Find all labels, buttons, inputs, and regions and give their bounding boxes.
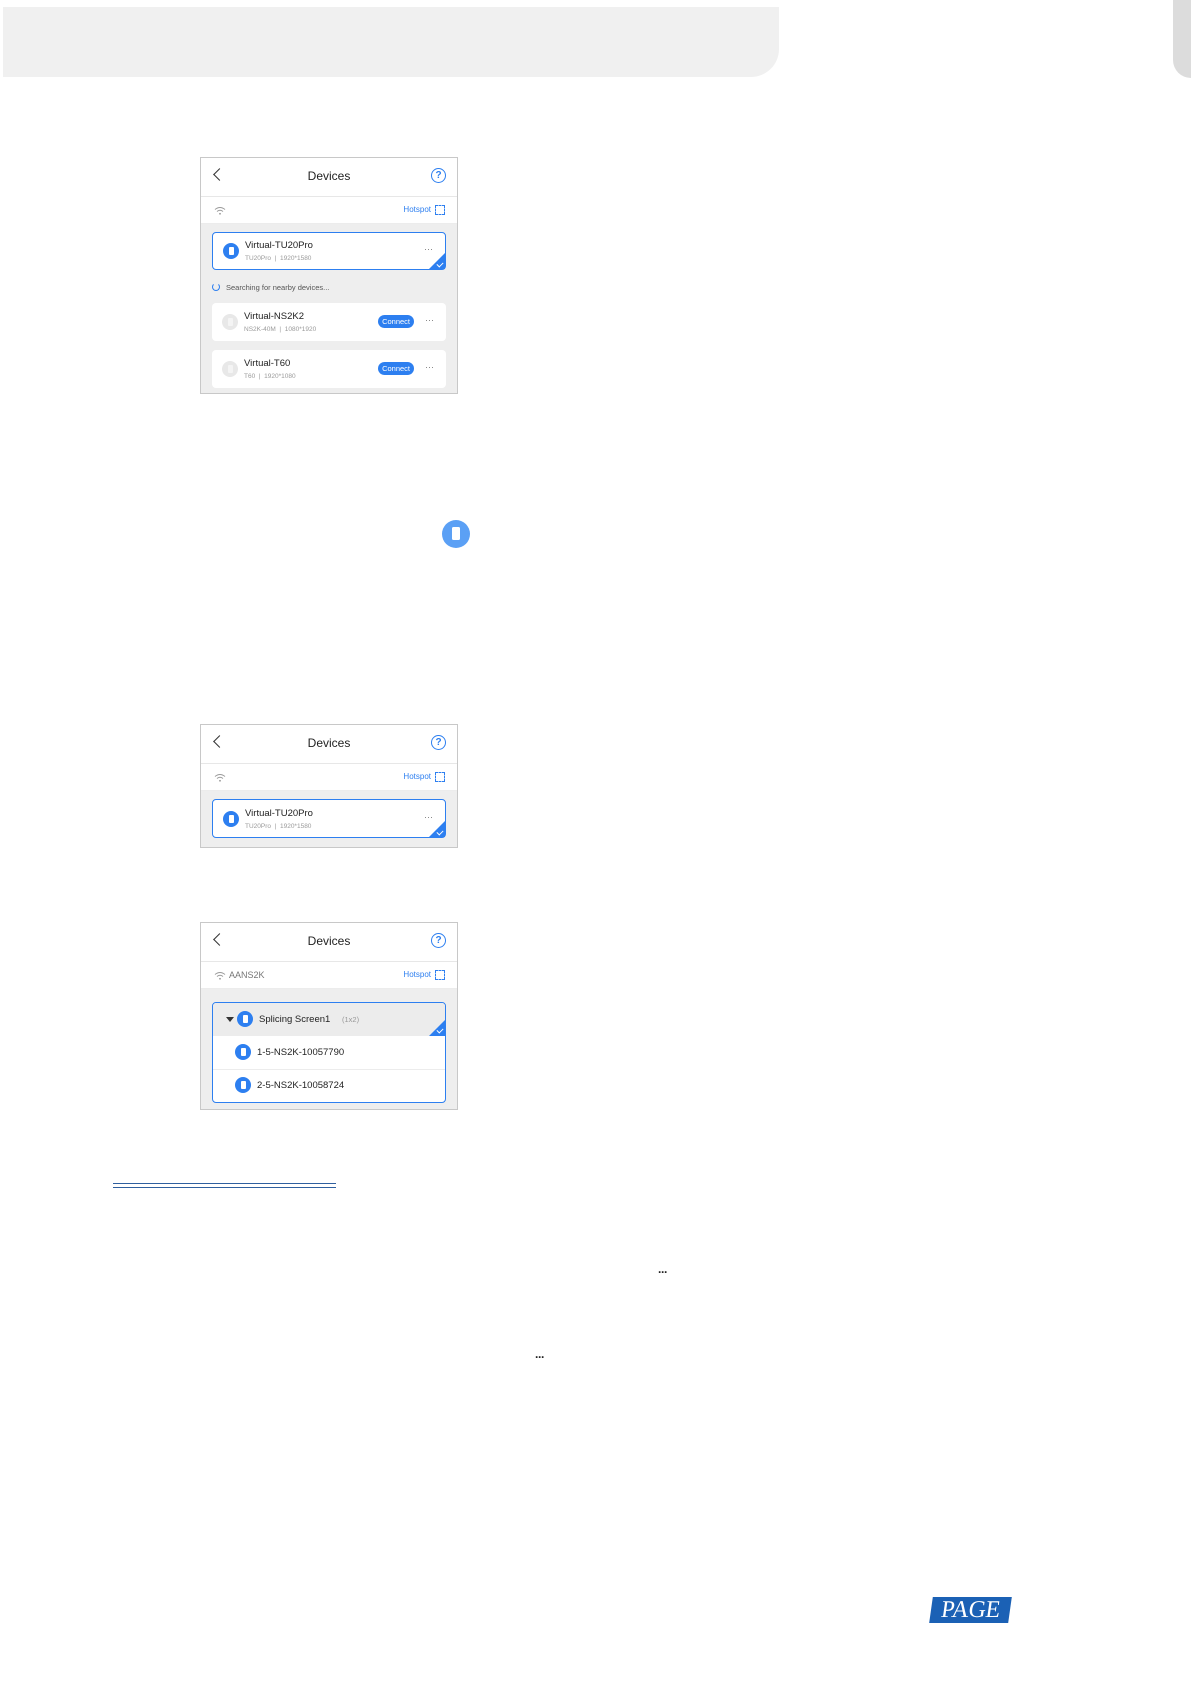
page-title: Devices bbox=[307, 169, 351, 183]
group-member-row[interactable]: 2-5-NS2K-10058724 bbox=[213, 1069, 445, 1102]
selected-check-icon bbox=[429, 821, 445, 837]
group-icon bbox=[237, 1011, 253, 1027]
group-header[interactable]: Splicing Screen1 (1x2) bbox=[213, 1003, 445, 1036]
group-size: (1x2) bbox=[342, 1015, 360, 1024]
loading-spinner-icon bbox=[212, 283, 220, 291]
devices-screen-searching: Devices ? Hotspot Virtual-TU20Pro TU20Pr… bbox=[200, 157, 458, 394]
nearby-device-card[interactable]: Virtual-NS2K2 NS2K-40M | 1080*1920 Conne… bbox=[212, 303, 446, 341]
wifi-name: AANS2K bbox=[229, 970, 265, 980]
more-icon[interactable]: ··· bbox=[425, 362, 434, 372]
more-icon: ··· bbox=[658, 1265, 668, 1279]
network-bar: AANS2K Hotspot bbox=[201, 962, 457, 989]
devices-screen-splicing: Devices ? AANS2K Hotspot Splicing Screen… bbox=[200, 922, 458, 1110]
device-icon bbox=[235, 1044, 251, 1060]
page-title: Devices bbox=[307, 934, 351, 948]
device-icon bbox=[223, 243, 239, 259]
nearby-device-card[interactable]: Virtual-T60 T60 | 1920*1080 Connect ··· bbox=[212, 350, 446, 388]
connected-device-card[interactable]: Virtual-TU20Pro TU20Pro | 1920*1580 ··· bbox=[212, 232, 446, 270]
scan-icon[interactable] bbox=[435, 772, 445, 782]
page-logo: PAGE bbox=[929, 1597, 1012, 1623]
wifi-icon bbox=[214, 774, 226, 782]
hotspot-link[interactable]: Hotspot bbox=[403, 772, 431, 781]
network-bar: Hotspot bbox=[201, 764, 457, 791]
wifi-icon bbox=[214, 972, 226, 980]
group-name: Splicing Screen1 bbox=[259, 1014, 331, 1025]
connect-button[interactable]: Connect bbox=[378, 315, 414, 328]
device-icon bbox=[235, 1077, 251, 1093]
header-band bbox=[3, 7, 779, 77]
top-bar: Devices ? bbox=[201, 725, 457, 764]
device-spec: T60 | 1920*1080 bbox=[244, 373, 296, 380]
page-title: Devices bbox=[307, 736, 351, 750]
device-spec: NS2K-40M | 1080*1920 bbox=[244, 326, 317, 333]
splicing-group-card[interactable]: Splicing Screen1 (1x2) 1-5-NS2K-10057790… bbox=[212, 1002, 446, 1103]
device-name: Virtual-TU20Pro bbox=[245, 240, 313, 251]
device-icon bbox=[222, 314, 238, 330]
wifi-icon bbox=[214, 207, 226, 215]
top-bar: Devices ? bbox=[201, 923, 457, 962]
link-underline bbox=[113, 1183, 336, 1188]
searching-status: Searching for nearby devices... bbox=[226, 283, 330, 292]
scan-icon[interactable] bbox=[435, 205, 445, 215]
group-member-row[interactable]: 1-5-NS2K-10057790 bbox=[213, 1036, 445, 1070]
device-name: Virtual-NS2K2 bbox=[244, 311, 305, 322]
device-spec: TU20Pro | 1920*1580 bbox=[245, 823, 312, 830]
top-bar: Devices ? bbox=[201, 158, 457, 197]
help-icon[interactable]: ? bbox=[431, 168, 446, 183]
devices-screen-connected: Devices ? Hotspot Virtual-TU20Pro TU20Pr… bbox=[200, 724, 458, 848]
member-name: 2-5-NS2K-10058724 bbox=[257, 1080, 345, 1091]
edge-tab bbox=[1173, 0, 1191, 78]
device-name: Virtual-TU20Pro bbox=[245, 808, 313, 819]
device-spec: TU20Pro | 1920*1580 bbox=[245, 255, 312, 262]
hotspot-link[interactable]: Hotspot bbox=[403, 970, 431, 979]
more-icon[interactable]: ··· bbox=[425, 315, 434, 325]
connected-device-card[interactable]: Virtual-TU20Pro TU20Pro | 1920*1580 ··· bbox=[212, 799, 446, 838]
connect-button[interactable]: Connect bbox=[378, 362, 414, 375]
member-name: 1-5-NS2K-10057790 bbox=[257, 1047, 345, 1058]
help-icon[interactable]: ? bbox=[431, 933, 446, 948]
collapse-triangle-icon[interactable] bbox=[226, 1017, 234, 1022]
device-icon bbox=[223, 811, 239, 827]
hotspot-link[interactable]: Hotspot bbox=[403, 205, 431, 214]
device-icon bbox=[442, 520, 470, 548]
network-bar: Hotspot bbox=[201, 197, 457, 224]
scan-icon[interactable] bbox=[435, 970, 445, 980]
help-icon[interactable]: ? bbox=[431, 735, 446, 750]
more-icon: ··· bbox=[535, 1350, 545, 1364]
selected-check-icon bbox=[429, 253, 445, 269]
device-icon bbox=[222, 361, 238, 377]
device-name: Virtual-T60 bbox=[244, 358, 291, 369]
